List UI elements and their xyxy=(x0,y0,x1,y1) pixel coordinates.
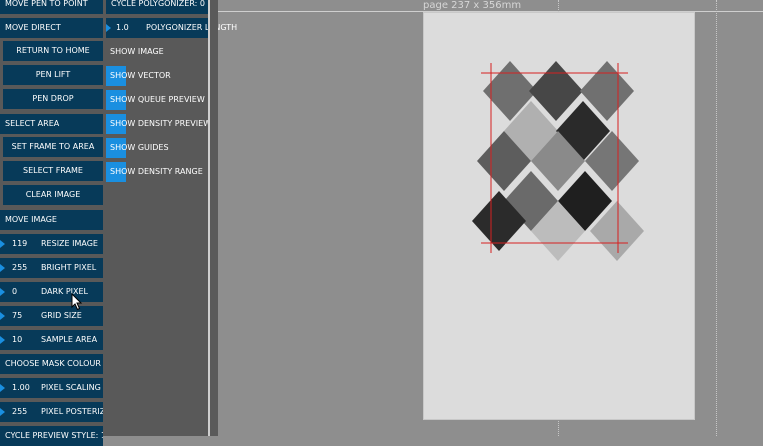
grid-size-control[interactable]: 75 GRID SIZE xyxy=(0,306,103,326)
pixel-scaling-label: PIXEL SCALING xyxy=(41,383,101,392)
arrow-right-icon xyxy=(0,408,5,416)
choose-mask-colour-button[interactable]: CHOOSE MASK COLOUR xyxy=(0,354,103,374)
show-image-label: SHOW IMAGE xyxy=(110,47,164,56)
pen-lift-button[interactable]: PEN LIFT xyxy=(3,65,103,85)
pixel-scaling-value: 1.00 xyxy=(12,383,30,392)
grid-size-value: 75 xyxy=(12,311,23,320)
arrow-right-icon xyxy=(0,288,5,296)
middle-control-panel: CYCLE POLYGONIZER: 0 1.0 POLYGONIZER LEN… xyxy=(106,0,237,436)
dark-pixel-control[interactable]: 0 DARK PIXEL xyxy=(0,282,103,302)
pen-drop-button[interactable]: PEN DROP xyxy=(3,89,103,109)
arrow-right-icon xyxy=(0,312,5,320)
resize-image-control[interactable]: 119 RESIZE IMAGE xyxy=(0,234,103,254)
show-density-preview-label: SHOW DENSITY PREVIEW xyxy=(110,119,212,128)
pixel-scaling-control[interactable]: 1.00 PIXEL SCALING xyxy=(0,378,103,398)
polygonizer-length-value: 1.0 xyxy=(116,23,129,32)
select-frame-button[interactable]: SELECT FRAME xyxy=(3,161,103,181)
panel-gutter xyxy=(210,0,218,436)
clear-image-button[interactable]: CLEAR IMAGE xyxy=(3,185,103,205)
resize-image-label: RESIZE IMAGE xyxy=(41,239,98,248)
return-to-home-button[interactable]: RETURN TO HOME xyxy=(3,41,103,61)
bright-pixel-control[interactable]: 255 BRIGHT PIXEL xyxy=(0,258,103,278)
move-direct-button[interactable]: MOVE DIRECT xyxy=(0,18,103,38)
image-preview xyxy=(472,61,644,261)
bright-pixel-label: BRIGHT PIXEL xyxy=(41,263,97,272)
arrow-right-icon xyxy=(0,336,5,344)
dark-pixel-value: 0 xyxy=(12,287,18,296)
mouse-cursor-icon xyxy=(71,293,83,311)
pixel-posterize-control[interactable]: 255 PIXEL POSTERIZE xyxy=(0,402,103,422)
show-vector-label: SHOW VECTOR xyxy=(110,71,171,80)
page-size-label: page 237 x 356mm xyxy=(423,0,522,11)
sample-area-label: SAMPLE AREA xyxy=(41,335,98,344)
show-queue-preview-label: SHOW QUEUE PREVIEW xyxy=(110,95,205,104)
cycle-polygonizer-button[interactable]: CYCLE POLYGONIZER: 0 xyxy=(106,0,208,14)
guide-line xyxy=(716,0,717,436)
move-pen-to-point-button[interactable]: MOVE PEN TO POINT xyxy=(0,0,103,14)
sample-area-value: 10 xyxy=(12,335,23,344)
sample-area-control[interactable]: 10 SAMPLE AREA xyxy=(0,330,103,350)
polygonizer-length-control[interactable]: 1.0 POLYGONIZER LENGTH xyxy=(106,18,237,38)
set-frame-to-area-button[interactable]: SET FRAME TO AREA xyxy=(3,137,103,157)
move-image-button[interactable]: MOVE IMAGE xyxy=(0,210,103,230)
arrow-right-icon xyxy=(0,384,5,392)
left-control-panel: MOVE PEN TO POINT MOVE DIRECT RETURN TO … xyxy=(0,0,106,446)
pixel-posterize-label: PIXEL POSTERIZE xyxy=(41,407,103,416)
show-density-range-label: SHOW DENSITY RANGE xyxy=(110,167,203,176)
show-guides-label: SHOW GUIDES xyxy=(110,143,169,152)
cycle-preview-style-button[interactable]: CYCLE PREVIEW STYLE: 1 xyxy=(0,426,103,446)
select-area-button[interactable]: SELECT AREA xyxy=(0,114,103,134)
polygonizer-length-label: POLYGONIZER LENGTH xyxy=(146,23,238,32)
bright-pixel-value: 255 xyxy=(12,263,28,272)
resize-image-value: 119 xyxy=(12,239,28,248)
drawing-page[interactable] xyxy=(423,12,695,420)
arrow-right-icon xyxy=(106,24,111,32)
arrow-right-icon xyxy=(0,240,5,248)
pixel-posterize-value: 255 xyxy=(12,407,28,416)
arrow-right-icon xyxy=(0,264,5,272)
